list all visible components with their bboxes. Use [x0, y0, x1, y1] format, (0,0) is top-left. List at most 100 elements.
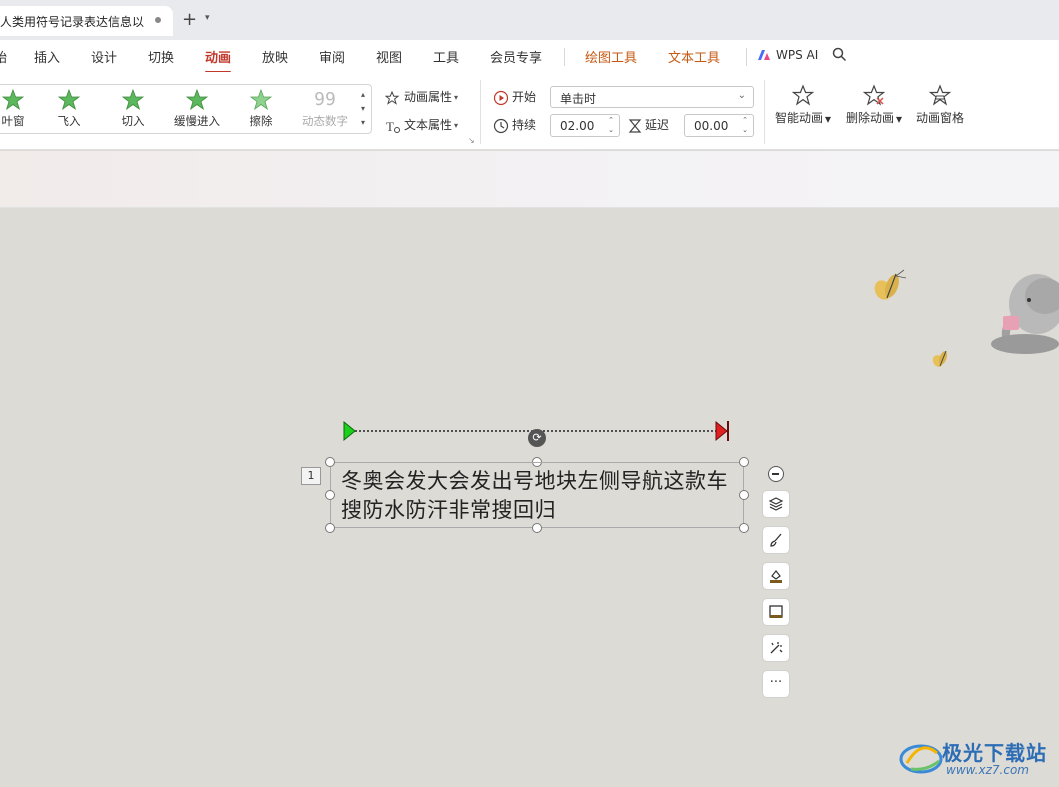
duration-label: 持续 [493, 116, 536, 134]
menu-item-slideshow[interactable]: 放映 [262, 47, 288, 66]
butterfly-image [932, 350, 948, 367]
chevron-down-icon: ▾ [454, 121, 459, 130]
animation-pane-label: 动画窗格 [916, 111, 965, 125]
star-icon [186, 89, 208, 111]
star-outline-icon [384, 90, 400, 105]
clock-icon [493, 118, 509, 133]
number-99-icon: 99 [314, 89, 336, 110]
menu-item-view[interactable]: 视图 [376, 47, 402, 66]
animation-properties-button[interactable]: 动画属性 ▾ [384, 88, 459, 105]
smart-animation-label: 智能动画 [775, 111, 824, 125]
svg-text:T: T [386, 119, 394, 133]
anim-dynamic-number[interactable]: 99 动态数字 [295, 89, 355, 129]
anim-label: 叶窗 [1, 114, 25, 128]
anim-label: 切入 [121, 114, 145, 128]
animation-ribbon: 叶窗 飞入 切入 缓慢进入 擦除 99 动态数字 ▴ ▾ ▾ 动画属性 ▾ T 文本属性… [0, 72, 1059, 150]
chevron-down-icon[interactable]: ▾ [205, 13, 210, 23]
ribbon-header-strip [0, 151, 1059, 208]
animation-gallery: 叶窗 飞入 切入 缓慢进入 擦除 99 动态数字 ▴ ▾ ▾ [0, 84, 372, 134]
animation-order-badge[interactable]: 1 [301, 467, 321, 485]
format-painter-button[interactable] [762, 526, 790, 554]
ribbon-divider [480, 80, 481, 144]
path-start-icon [343, 420, 356, 442]
star-icon [250, 89, 272, 111]
collapse-icon[interactable] [768, 466, 784, 482]
resize-handle[interactable] [325, 457, 335, 467]
anim-fly-in[interactable]: 飞入 [39, 89, 99, 129]
delete-star-icon [862, 84, 886, 106]
start-label: 开始 [493, 88, 536, 106]
delay-spinner[interactable]: 00.00 ⌃ ⌄ [684, 114, 754, 137]
resize-handle[interactable] [739, 490, 749, 500]
anim-label: 缓慢进入 [174, 114, 220, 128]
text-props-label: 文本属性 [404, 118, 453, 132]
menu-item-design[interactable]: 设计 [91, 47, 117, 66]
chevron-down-icon: ▾ [454, 93, 459, 102]
spinner-arrows-icon[interactable]: ⌃ ⌄ [740, 115, 750, 135]
anim-slow-enter[interactable]: 缓慢进入 [167, 89, 227, 129]
anim-wipe[interactable]: 擦除 [231, 89, 291, 129]
star-icon [58, 89, 80, 111]
effects-button[interactable] [762, 634, 790, 662]
animation-pane-icon [928, 84, 952, 106]
menu-bar: 始 插入 设计 切换 动画 放映 审阅 视图 工具 会员专享 绘图工具 文本工具… [0, 40, 1059, 73]
delay-value: 00.00 [694, 119, 729, 133]
title-bar: 人类用符号记录表达信息以 + ▾ [0, 0, 1059, 40]
anim-blinds[interactable]: 叶窗 [0, 89, 43, 129]
menu-item-member[interactable]: 会员专享 [490, 47, 542, 66]
ribbon-divider [764, 80, 765, 144]
search-icon[interactable] [832, 47, 847, 62]
animation-pane-button[interactable]: 动画窗格 [916, 84, 964, 126]
dialog-launcher-icon[interactable]: ↘ [468, 136, 475, 145]
text-icon: T [386, 119, 400, 134]
layers-button[interactable] [762, 490, 790, 518]
border-button[interactable] [762, 598, 790, 626]
delete-animation-label: 删除动画 [846, 111, 895, 125]
magic-icon [770, 642, 783, 654]
resize-handle[interactable] [739, 523, 749, 533]
duration-spinner[interactable]: 02.00 ⌃ ⌄ [550, 114, 620, 137]
unsaved-dot-icon [155, 17, 161, 23]
watermark-url: www.xz7.com [946, 763, 1029, 777]
brush-icon [770, 533, 782, 547]
delay-label: 延迟 [628, 116, 669, 134]
delete-animation-button[interactable]: 删除动画 ▾ [846, 84, 902, 126]
butterfly-image [874, 269, 907, 300]
menu-divider [564, 48, 565, 66]
duration-text: 持续 [512, 118, 537, 132]
start-select[interactable]: 单击时 ⌄ [550, 86, 754, 108]
smart-animation-button[interactable]: 智能动画 ▾ [775, 84, 831, 126]
menu-item-drawing-tools[interactable]: 绘图工具 [585, 47, 637, 66]
menu-item-review[interactable]: 审阅 [319, 47, 345, 66]
menu-item-transition[interactable]: 切换 [148, 47, 174, 66]
menu-divider [746, 48, 747, 66]
elephant-illustration [991, 274, 1059, 354]
resize-handle[interactable] [739, 457, 749, 467]
layers-icon [768, 497, 784, 511]
menu-item-text-tools[interactable]: 文本工具 [668, 47, 720, 66]
plus-icon[interactable]: + [182, 10, 197, 30]
fill-button[interactable] [762, 562, 790, 590]
anim-cut-in[interactable]: 切入 [103, 89, 163, 129]
menu-item-wps-ai[interactable]: WPS AI [776, 48, 818, 62]
menu-item-animation[interactable]: 动画 [205, 47, 232, 73]
slide-text-content[interactable]: 冬奥会发大会发出号地块左侧导航这款车搜防水防汗非常搜回归 [341, 467, 731, 525]
spinner-arrows-icon[interactable]: ⌃ ⌄ [606, 115, 616, 135]
star-icon [2, 89, 24, 111]
duration-value: 02.00 [560, 119, 595, 133]
star-icon [122, 89, 144, 111]
gallery-scroll[interactable]: ▴ ▾ ▾ [358, 88, 368, 130]
resize-handle[interactable] [325, 490, 335, 500]
resize-handle[interactable] [325, 523, 335, 533]
chevron-down-icon: ▾ [896, 111, 903, 126]
menu-item-start[interactable]: 始 [0, 47, 7, 66]
menu-item-insert[interactable]: 插入 [34, 47, 60, 66]
menu-item-tools[interactable]: 工具 [433, 47, 459, 66]
hourglass-icon [628, 118, 642, 133]
document-tab[interactable]: 人类用符号记录表达信息以 [0, 6, 173, 36]
start-select-value: 单击时 [560, 92, 597, 106]
smart-star-icon [791, 84, 815, 106]
more-icon[interactable]: ··· [762, 670, 790, 698]
rotate-icon[interactable]: ⟳ [528, 429, 546, 447]
text-properties-button[interactable]: T 文本属性 ▾ [385, 116, 459, 134]
